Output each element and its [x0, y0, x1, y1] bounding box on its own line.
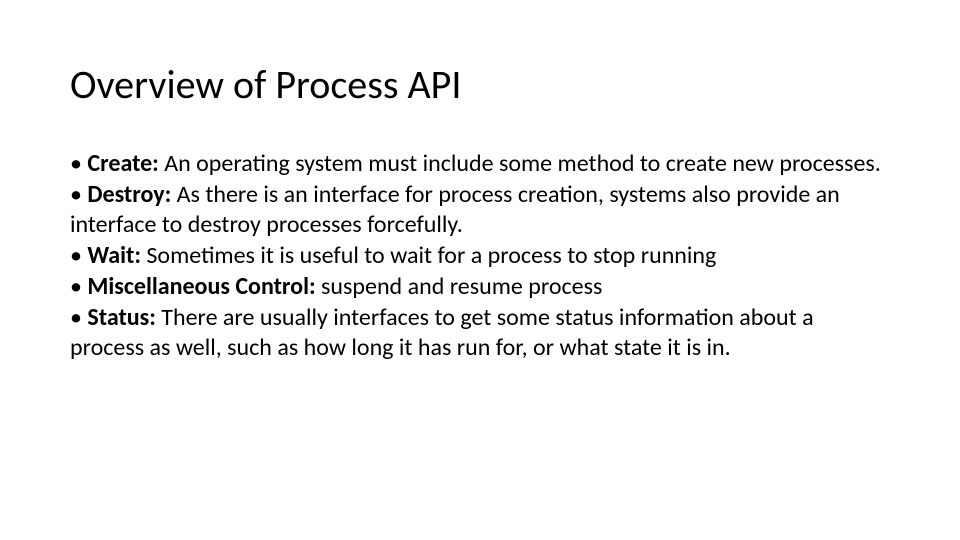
item-text: An operating system must include some me… — [159, 149, 881, 178]
slide-body: • Create: An operating system must inclu… — [70, 149, 890, 364]
bullet-icon: • — [70, 272, 87, 301]
item-term: Wait: — [87, 241, 141, 270]
bullet-icon: • — [70, 241, 87, 270]
item-text: As there is an interface for process cre… — [70, 180, 840, 240]
item-text: There are usually interfaces to get some… — [70, 303, 814, 363]
item-term: Status: — [87, 303, 155, 332]
item-term: Destroy: — [87, 180, 171, 209]
list-item: • Create: An operating system must inclu… — [70, 149, 890, 180]
item-term: Miscellaneous Control: — [87, 272, 315, 301]
item-text: suspend and resume process — [316, 272, 603, 301]
slide: Overview of Process API • Create: An ope… — [0, 0, 960, 540]
list-item: • Status: There are usually interfaces t… — [70, 303, 890, 364]
slide-title: Overview of Process API — [70, 60, 890, 109]
bullet-icon: • — [70, 180, 87, 209]
list-item: • Destroy: As there is an interface for … — [70, 180, 890, 241]
list-item: • Wait: Sometimes it is useful to wait f… — [70, 241, 890, 272]
list-item: • Miscellaneous Control: suspend and res… — [70, 272, 890, 303]
item-term: Create: — [87, 149, 158, 178]
bullet-icon: • — [70, 303, 87, 332]
bullet-icon: • — [70, 149, 87, 178]
item-text: Sometimes it is useful to wait for a pro… — [141, 241, 716, 270]
